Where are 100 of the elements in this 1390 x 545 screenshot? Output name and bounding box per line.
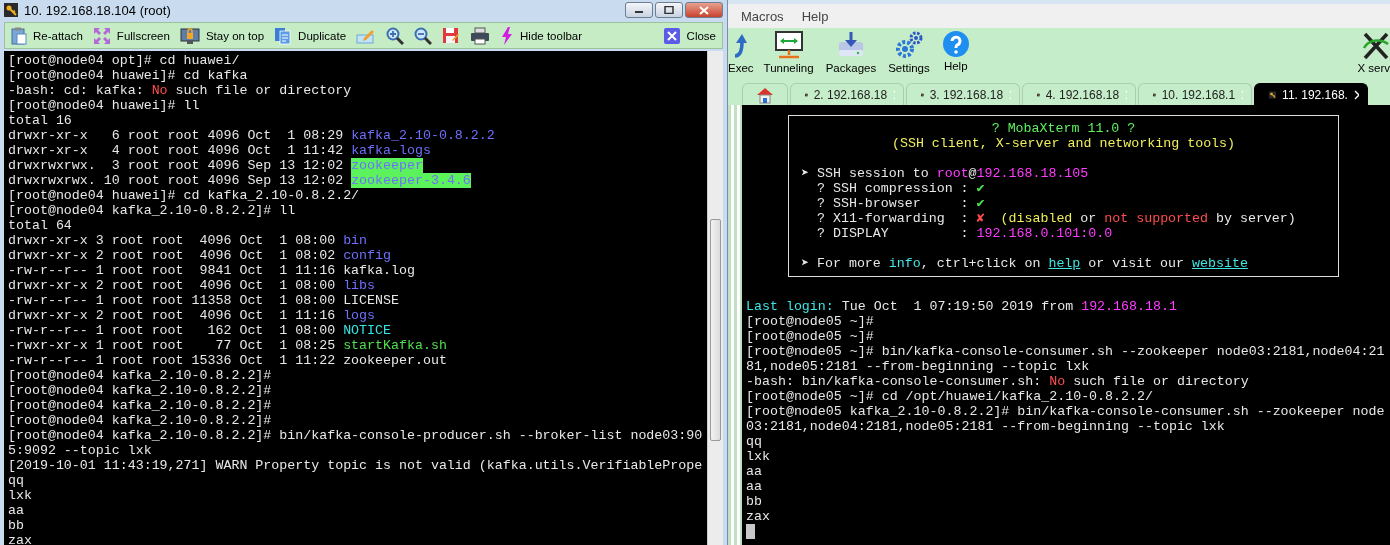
terminal-line: -bash: bin/kafka-console-consumer.sh: No such file or directory xyxy=(746,374,1250,389)
window-title: 10. 192.168.18.104 (root) xyxy=(24,2,171,18)
terminal-line: total 64 xyxy=(8,218,73,233)
cursor xyxy=(746,524,755,539)
toolbar-button[interactable] xyxy=(414,26,433,45)
documents-icon xyxy=(274,26,293,45)
toolbar-button[interactable]: Exec xyxy=(728,30,758,74)
terminal-line: bb xyxy=(8,518,25,533)
terminal-line: -rwxr-xr-x 1 root root 77 Oct 1 08:25 startKafka.sh xyxy=(8,338,448,353)
toolbar-button[interactable]: Duplicate xyxy=(274,26,347,45)
terminal-line: [root@node04 huawei]# ll xyxy=(8,98,201,113)
toolbar-button[interactable]: Fullscreen xyxy=(92,26,170,45)
terminal-line: 81,node05:2181 --from-beginning --topic lxk xyxy=(746,359,1091,374)
terminal-line: -rw-r--r-- 1 root root 9841 Oct 1 11:16 kafka.log xyxy=(8,263,416,278)
terminal-line: 5:9092 --topic lxk xyxy=(8,443,153,458)
terminal-line: [root@node04 kafka_2.10-0.8.2.2]# xyxy=(8,398,273,413)
terminal-line: [root@node05 ~]# xyxy=(746,314,875,329)
close-icon xyxy=(662,26,681,45)
toolbar-button[interactable]: X serv xyxy=(1356,30,1390,74)
minimize-button[interactable] xyxy=(625,2,653,18)
terminal-line: aa xyxy=(746,479,763,494)
terminal-line: [root@node04 kafka_2.10-0.8.2.2]# ll xyxy=(8,203,297,218)
session-tab[interactable]: 10. 192.168.1 xyxy=(1138,83,1252,105)
terminal-line: ? MobaXterm 11.0 ? xyxy=(990,121,1137,136)
terminal-line: [root@node05 ~]# xyxy=(746,329,875,344)
x-logo-icon xyxy=(1362,30,1390,60)
house-icon xyxy=(756,85,774,104)
terminal-line: ➤ SSH session to root@192.168.18.105 xyxy=(801,166,1090,181)
session-tab[interactable]: 2. 192.168.18 xyxy=(790,83,904,105)
terminal-line: lxk xyxy=(746,449,771,464)
terminal-line: -rw-r--r-- 1 root root 11358 Oct 1 08:00 LICENSE xyxy=(8,293,400,308)
toolbar-button[interactable]: Tunneling xyxy=(757,30,820,74)
key-icon xyxy=(4,3,18,17)
session-tab[interactable]: 11. 192.168. xyxy=(1254,83,1368,105)
session-tab[interactable]: 4. 192.168.18 xyxy=(1022,83,1136,105)
maximize-button[interactable] xyxy=(655,2,683,18)
close-icon xyxy=(1353,89,1359,100)
toolbar-button[interactable]: Packages xyxy=(819,30,883,74)
terminal-line: drwxr-xr-x 6 root root 4096 Oct 1 08:29 kafka_2.10-0.8.2.2 xyxy=(8,128,496,143)
scroll-thumb[interactable] xyxy=(710,219,721,441)
terminal-line: total 16 xyxy=(8,113,73,128)
terminal-line: Last login: Tue Oct 1 07:19:50 2019 from 192.168.18.1 xyxy=(746,299,1178,314)
fullscreen-icon xyxy=(92,26,111,45)
close-icon xyxy=(699,5,709,15)
terminal-line: -rw-r--r-- 1 root root 15336 Oct 1 11:22 zookeeper.out xyxy=(8,353,448,368)
toolbar-button[interactable]: Settings xyxy=(882,30,936,74)
menu-item[interactable]: Macros xyxy=(732,8,793,24)
link[interactable]: help xyxy=(1048,256,1081,271)
toolbar-button[interactable]: Hide toolbar xyxy=(500,26,583,45)
menu-item[interactable]: Help xyxy=(792,8,838,24)
toolbar-button[interactable] xyxy=(470,26,491,45)
terminal-line: ➤ For more info, ctrl+click on help or visit our website xyxy=(801,256,1249,271)
lightning-icon xyxy=(500,26,515,45)
terminal-line: drwxr-xr-x 2 root root 4096 Oct 1 08:02 config xyxy=(8,248,393,263)
toolbar-button[interactable] xyxy=(386,26,405,45)
terminal-line: [root@node04 kafka_2.10-0.8.2.2]# bin/kafka-console-producer.sh --broker-list node03:90 xyxy=(8,428,704,443)
terminal-line: [root@node04 opt]# cd huawei/ xyxy=(8,53,241,68)
terminal-line: -rw-r--r-- 1 root root 162 Oct 1 08:00 NOTICE xyxy=(8,323,393,338)
toolbar-button[interactable]: Stay on top xyxy=(179,26,265,45)
terminal-line: [root@node04 kafka_2.10-0.8.2.2]# xyxy=(8,368,273,383)
help-icon xyxy=(941,30,970,58)
terminal[interactable] xyxy=(742,105,1390,545)
toolbar-button[interactable]: Close xyxy=(662,26,716,45)
link[interactable]: website xyxy=(1192,256,1248,271)
terminal-line: ? X11-forwarding : ✘ (disabled or not supported by server) xyxy=(815,211,1297,226)
toolbar-button[interactable] xyxy=(442,26,461,45)
terminal-line: drwxr-xr-x 2 root root 4096 Oct 1 11:16 logs xyxy=(8,308,377,323)
session-tab[interactable]: 3. 192.168.18 xyxy=(906,83,1020,105)
terminal-line: ? SSH compression : ✔ xyxy=(815,181,986,196)
terminal-line: zax xyxy=(8,533,33,545)
terminal-line: aa xyxy=(8,503,25,518)
close-button[interactable] xyxy=(685,2,723,18)
scrollbar[interactable] xyxy=(707,51,723,545)
terminal-line: qq xyxy=(8,473,25,488)
terminal-line: drwxr-xr-x 4 root root 4096 Oct 1 11:42 kafka-logs xyxy=(8,143,432,158)
terminal-line: [root@node04 huawei]# cd kafka xyxy=(8,68,249,83)
terminal-line: [root@node05 ~]# cd /opt/huawei/kafka_2.10-0.8.2.2/ xyxy=(746,389,1154,404)
terminal-line: [root@node04 kafka_2.10-0.8.2.2]# xyxy=(8,383,273,398)
terminal-line: -bash: cd: kafka: No such file or directory xyxy=(8,83,353,98)
terminal-line: drwxrwxrwx. 10 root root 4096 Sep 13 12:02 zookeeper-3.4.6 xyxy=(8,173,472,188)
maximize-icon xyxy=(664,6,674,14)
gears-icon xyxy=(893,30,924,60)
terminal-line: drwxr-xr-x 3 root root 4096 Oct 1 08:00 bin xyxy=(8,233,369,248)
zoom-out-icon xyxy=(414,26,433,45)
network-monitor-icon xyxy=(773,30,804,60)
terminal-line: [root@node05 kafka_2.10-0.8.2.2]# bin/kafka-console-consumer.sh --zookeeper node xyxy=(746,404,1386,419)
home-tab[interactable] xyxy=(742,83,788,105)
terminal-line: bb xyxy=(746,494,763,509)
toolbar-button[interactable]: Help xyxy=(935,30,976,72)
toolbar-button[interactable]: Re-attach xyxy=(11,26,83,45)
terminal-line: lxk xyxy=(8,488,33,503)
terminal-line: qq xyxy=(746,434,763,449)
terminal-line: ? DISPLAY : 192.168.0.101:0.0 xyxy=(815,226,1114,241)
clipboard-icon xyxy=(11,26,27,45)
zoom-in-icon xyxy=(386,26,405,45)
monitor-lock-icon xyxy=(179,26,200,45)
terminal-line: (SSH client, X-server and networking tools) xyxy=(890,136,1237,151)
printer-icon xyxy=(470,26,491,45)
terminal-line: 03:2181,node04:2181,node05:2181 --from-beginning --topic lxk xyxy=(746,419,1226,434)
terminal-line: [root@node05 ~]# bin/kafka-console-consumer.sh --zookeeper node03:2181,node04:21 xyxy=(746,344,1386,359)
